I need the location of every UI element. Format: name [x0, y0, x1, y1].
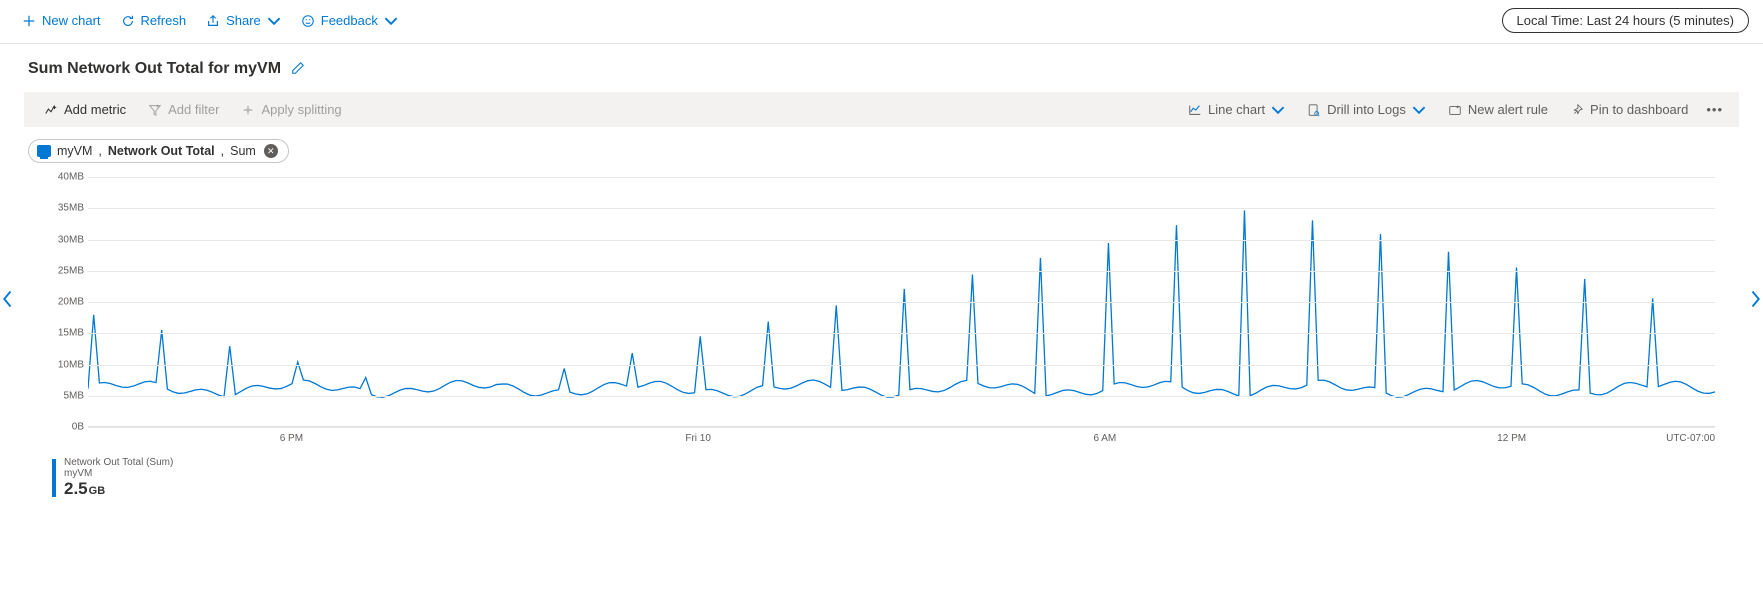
y-tick-label: 10MB — [58, 359, 84, 370]
line-chart-icon — [1188, 103, 1202, 117]
pill-agg: Sum — [230, 144, 256, 158]
filter-icon — [148, 103, 162, 117]
legend-metric-name: Network Out Total (Sum) — [64, 457, 173, 468]
edit-title-button[interactable] — [291, 61, 305, 78]
y-tick-label: 20MB — [58, 297, 84, 308]
grid-line — [88, 396, 1715, 397]
plus-icon — [22, 14, 36, 28]
grid-line — [88, 333, 1715, 334]
chevron-down-icon — [1412, 103, 1426, 117]
chart-type-label: Line chart — [1208, 102, 1265, 117]
time-range-label: Local Time: Last 24 hours (5 minutes) — [1517, 13, 1735, 28]
legend-unit: GB — [89, 485, 106, 497]
add-filter-label: Add filter — [168, 102, 219, 117]
chart-area: 40MB35MB30MB25MB20MB15MB10MB5MB0B UTC-07… — [48, 177, 1715, 447]
add-metric-icon — [44, 103, 58, 117]
y-tick-label: 40MB — [58, 172, 84, 183]
legend-item[interactable]: Network Out Total (Sum) myVM 2.5GB — [52, 457, 1739, 499]
y-tick-label: 25MB — [58, 265, 84, 276]
grid-line — [88, 365, 1715, 366]
plot-area[interactable] — [88, 177, 1715, 427]
pill-metric: Network Out Total — [108, 144, 215, 158]
share-icon — [206, 14, 220, 28]
next-chart-button[interactable] — [1743, 287, 1763, 311]
legend-resource: myVM — [64, 468, 173, 479]
chevron-right-icon — [1748, 289, 1762, 309]
add-filter-button[interactable]: Add filter — [140, 98, 227, 121]
share-button[interactable]: Share — [198, 9, 289, 32]
drill-logs-label: Drill into Logs — [1327, 102, 1406, 117]
legend-color-swatch — [52, 459, 56, 497]
grid-line — [88, 208, 1715, 209]
x-tick-label: Fri 10 — [685, 433, 711, 444]
chevron-left-icon — [1, 289, 15, 309]
y-tick-label: 30MB — [58, 234, 84, 245]
metric-action-bar: Add metric Add filter Apply splitting Li… — [24, 92, 1739, 127]
more-actions-button[interactable]: ••• — [1702, 102, 1727, 117]
grid-line — [88, 302, 1715, 303]
apply-splitting-label: Apply splitting — [261, 102, 341, 117]
chart-type-button[interactable]: Line chart — [1180, 98, 1293, 121]
remove-metric-button[interactable]: ✕ — [264, 144, 278, 158]
drill-logs-button[interactable]: Drill into Logs — [1299, 98, 1434, 121]
prev-chart-button[interactable] — [0, 287, 20, 311]
x-tick-label: 6 PM — [280, 433, 303, 444]
smiley-icon — [301, 14, 315, 28]
time-range-picker[interactable]: Local Time: Last 24 hours (5 minutes) — [1502, 8, 1750, 33]
grid-line — [88, 240, 1715, 241]
new-alert-label: New alert rule — [1468, 102, 1548, 117]
pin-dashboard-label: Pin to dashboard — [1590, 102, 1688, 117]
y-tick-label: 5MB — [63, 390, 84, 401]
apply-splitting-button[interactable]: Apply splitting — [233, 98, 349, 121]
legend-value: 2.5 — [64, 479, 88, 498]
refresh-button[interactable]: Refresh — [113, 9, 195, 32]
chevron-down-icon — [267, 14, 281, 28]
pencil-icon — [291, 61, 305, 75]
share-label: Share — [226, 13, 261, 28]
utc-label: UTC-07:00 — [1666, 433, 1715, 444]
metric-pill[interactable]: myVM, Network Out Total, Sum ✕ — [28, 139, 289, 163]
divider — [0, 43, 1763, 44]
feedback-button[interactable]: Feedback — [293, 9, 406, 32]
x-tick-label: 12 PM — [1497, 433, 1526, 444]
refresh-label: Refresh — [141, 13, 187, 28]
alert-icon — [1448, 103, 1462, 117]
chevron-down-icon — [1271, 103, 1285, 117]
grid-line — [88, 271, 1715, 272]
logs-icon — [1307, 103, 1321, 117]
new-chart-button[interactable]: New chart — [14, 9, 109, 32]
chevron-down-icon — [384, 14, 398, 28]
feedback-label: Feedback — [321, 13, 378, 28]
pin-dashboard-button[interactable]: Pin to dashboard — [1562, 98, 1696, 121]
chart-title: Sum Network Out Total for myVM — [28, 60, 281, 78]
x-tick-label: 6 AM — [1093, 433, 1116, 444]
add-metric-button[interactable]: Add metric — [36, 98, 134, 121]
y-tick-label: 35MB — [58, 203, 84, 214]
pin-icon — [1570, 103, 1584, 117]
y-tick-label: 0B — [72, 422, 84, 433]
pill-resource: myVM — [57, 144, 92, 158]
refresh-icon — [121, 14, 135, 28]
vm-icon — [37, 145, 51, 157]
split-icon — [241, 103, 255, 117]
new-chart-label: New chart — [42, 13, 101, 28]
add-metric-label: Add metric — [64, 102, 126, 117]
y-tick-label: 15MB — [58, 328, 84, 339]
grid-line — [88, 177, 1715, 178]
new-alert-button[interactable]: New alert rule — [1440, 98, 1556, 121]
